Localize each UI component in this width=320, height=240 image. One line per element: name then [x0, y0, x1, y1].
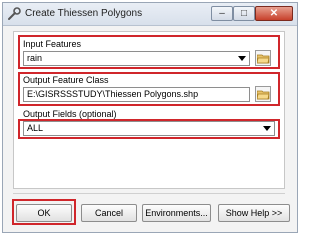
minimize-button[interactable]: –: [211, 6, 233, 21]
output-fields-label: Output Fields (optional): [23, 109, 117, 119]
parameters-panel: Input Features rain Output Feature Class…: [13, 31, 285, 189]
cancel-button[interactable]: Cancel: [81, 204, 137, 222]
output-feature-class-browse-button[interactable]: [255, 86, 271, 102]
maximize-button[interactable]: □: [233, 6, 255, 21]
window-title: Create Thiessen Polygons: [25, 8, 143, 19]
output-feature-class-input[interactable]: E:\GISRSSSTUDY\Thiessen Polygons.shp: [23, 87, 250, 102]
chevron-down-icon: [263, 126, 271, 131]
folder-icon: [257, 54, 270, 64]
show-help-button[interactable]: Show Help >>: [218, 204, 290, 222]
output-fields-select[interactable]: ALL: [23, 121, 275, 136]
input-features-combo[interactable]: rain: [23, 51, 250, 66]
wrench-icon: [7, 7, 21, 21]
button-bar-separator: [13, 193, 285, 194]
output-feature-class-value: E:\GISRSSSTUDY\Thiessen Polygons.shp: [27, 89, 199, 99]
environments-button[interactable]: Environments...: [142, 204, 211, 222]
output-feature-class-label: Output Feature Class: [23, 75, 109, 85]
input-features-browse-button[interactable]: [255, 50, 271, 66]
ok-button[interactable]: OK: [16, 204, 72, 222]
input-features-label: Input Features: [23, 39, 82, 49]
chevron-down-icon: [238, 56, 246, 61]
dialog-window: Create Thiessen Polygons – □ ✕ Input Fea…: [2, 2, 298, 233]
output-fields-value: ALL: [27, 123, 44, 133]
folder-icon: [257, 90, 270, 100]
close-button[interactable]: ✕: [255, 6, 293, 21]
input-features-value: rain: [27, 53, 43, 63]
title-bar[interactable]: Create Thiessen Polygons – □ ✕: [3, 3, 297, 26]
